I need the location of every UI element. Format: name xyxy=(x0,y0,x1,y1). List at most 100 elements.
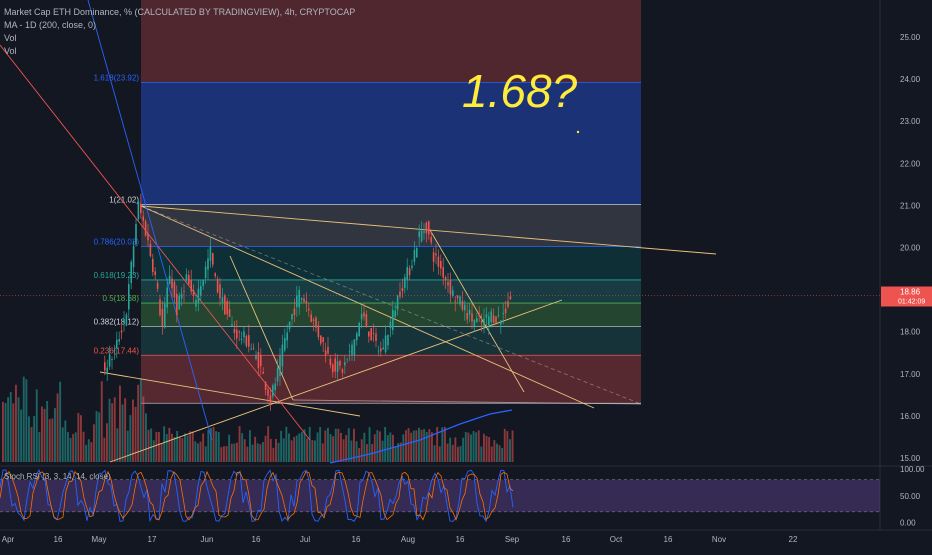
candle-body xyxy=(382,347,384,350)
volume-bar xyxy=(488,437,491,462)
candle-body xyxy=(298,290,300,308)
candle-body xyxy=(226,301,228,315)
volume-bar xyxy=(295,435,298,462)
candle-body xyxy=(188,275,190,285)
volume-bar xyxy=(308,426,311,462)
countdown-label: 01:42:09 xyxy=(898,298,925,305)
volume-bar xyxy=(100,381,103,462)
volume-bar xyxy=(85,444,88,462)
candle-body xyxy=(418,231,420,238)
candle-body xyxy=(120,330,123,333)
candle-body xyxy=(171,278,173,289)
candle-body xyxy=(192,290,195,296)
volume-bar xyxy=(106,423,108,462)
candle-body xyxy=(435,253,437,256)
volume-bar xyxy=(59,381,62,462)
volume-bar xyxy=(215,431,218,462)
volume-bar xyxy=(111,403,114,462)
candle-body xyxy=(233,328,236,334)
volume-indicator-label[interactable]: Vol xyxy=(4,32,355,45)
candle-body xyxy=(264,381,267,390)
volume-bar xyxy=(454,437,457,462)
volume-bar xyxy=(184,433,186,462)
volume-bar xyxy=(17,397,20,462)
volume-bar xyxy=(124,398,127,462)
candle-body xyxy=(454,300,456,302)
chart-svg[interactable]: 1.618(23.92)1(21.02)0.786(20.02)0.618(19… xyxy=(0,0,932,550)
candle-body xyxy=(125,314,128,326)
volume-bar xyxy=(7,397,10,462)
volume-bar xyxy=(25,379,28,462)
fib-zone xyxy=(141,355,641,404)
volume-bar xyxy=(82,431,85,462)
volume-bar xyxy=(410,432,413,462)
volume-bar xyxy=(272,447,275,462)
candle-body xyxy=(492,315,495,323)
candle-body xyxy=(293,308,296,316)
volume-bar xyxy=(381,440,384,462)
candle-body xyxy=(303,298,305,303)
volume-bar xyxy=(160,443,163,462)
candle-body xyxy=(108,354,111,367)
fib-zone xyxy=(141,204,641,247)
ma-indicator-label[interactable]: MA - 1D (200, close, 0) xyxy=(4,19,355,32)
time-tick-label: 16 xyxy=(456,535,465,544)
time-tick-label: 17 xyxy=(148,535,157,544)
volume-bar xyxy=(340,432,342,462)
volume-bar xyxy=(33,416,36,462)
volume-bar xyxy=(324,430,327,462)
volume-bar xyxy=(467,432,470,462)
annotation-text: 1.68? xyxy=(462,65,578,117)
candle-body xyxy=(440,260,442,269)
volume-bar xyxy=(470,434,472,462)
candle-body xyxy=(351,344,353,356)
candle-body xyxy=(221,297,224,303)
volume-bar xyxy=(285,426,288,462)
volume-bar xyxy=(223,446,225,462)
candle-body xyxy=(262,372,264,374)
time-tick-label: 22 xyxy=(789,535,798,544)
volume-indicator-label-2[interactable]: Vol xyxy=(4,45,355,58)
candle-body xyxy=(183,291,185,293)
volume-bar xyxy=(319,426,322,462)
volume-bar xyxy=(379,431,381,462)
volume-bar xyxy=(262,442,264,462)
volume-bar xyxy=(241,433,244,462)
volume-bar xyxy=(342,439,345,462)
candle-body xyxy=(358,322,360,337)
candle-body xyxy=(334,358,336,372)
volume-bar xyxy=(368,427,371,462)
candle-body xyxy=(488,316,490,325)
fib-zone xyxy=(141,326,641,356)
candle-body xyxy=(252,347,255,349)
volume-bar xyxy=(220,447,223,462)
candle-body xyxy=(392,309,394,331)
volume-bar xyxy=(433,445,436,462)
volume-bar xyxy=(360,439,363,462)
volume-bar xyxy=(95,411,98,462)
volume-bar xyxy=(384,426,387,462)
volume-bar xyxy=(267,426,270,462)
candle-body xyxy=(420,230,423,242)
volume-bar xyxy=(181,438,184,462)
candle-body xyxy=(360,313,363,320)
candle-body xyxy=(490,311,492,323)
candle-body xyxy=(113,350,116,351)
fib-level-label: 0.382(18.12) xyxy=(94,318,140,327)
candle-body xyxy=(399,291,401,297)
candle-body xyxy=(142,216,144,221)
candle-body xyxy=(456,295,459,299)
volume-bar xyxy=(373,434,376,462)
volume-bar xyxy=(449,437,452,462)
volume-bar xyxy=(176,431,179,462)
volume-bar xyxy=(306,438,309,462)
volume-bar xyxy=(501,447,504,462)
volume-bar xyxy=(64,420,67,462)
volume-bar xyxy=(230,443,233,462)
volume-bar xyxy=(225,446,228,462)
price-tick-label: 16.00 xyxy=(900,412,921,421)
price-tick-label: 20.00 xyxy=(900,244,921,253)
volume-bar xyxy=(67,432,69,462)
volume-bar xyxy=(202,433,205,462)
candle-body xyxy=(281,344,284,367)
